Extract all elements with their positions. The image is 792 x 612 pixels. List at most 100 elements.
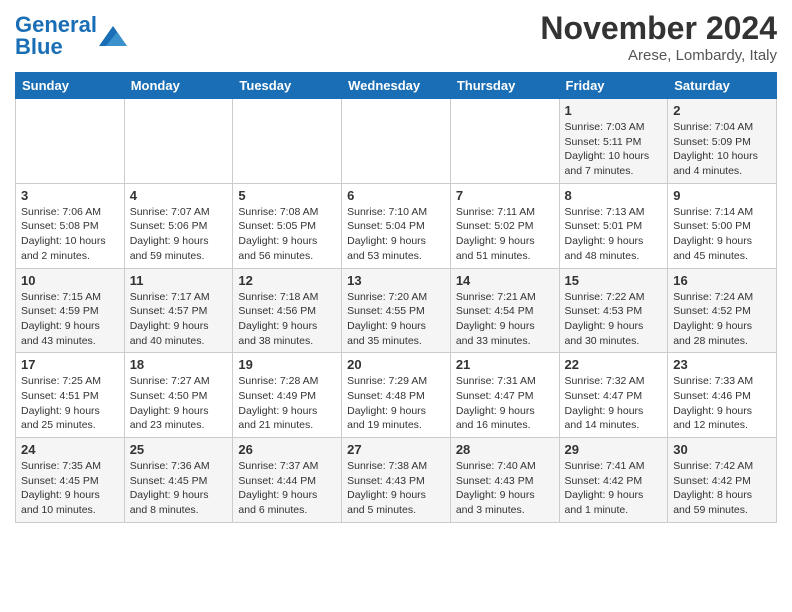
col-friday: Friday <box>559 73 668 99</box>
day-number: 9 <box>673 188 771 203</box>
day-number: 18 <box>130 357 228 372</box>
table-cell: 28 Sunrise: 7:40 AM Sunset: 4:43 PM Dayli… <box>450 438 559 523</box>
table-cell <box>342 99 451 184</box>
table-cell: 26Sunrise: 7:37 AM Sunset: 4:44 PM Dayli… <box>233 438 342 523</box>
table-cell <box>124 99 233 184</box>
header-row: Sunday Monday Tuesday Wednesday Thursday… <box>16 73 777 99</box>
day-info: Sunrise: 7:40 AM Sunset: 4:43 PM Dayligh… <box>456 459 554 518</box>
day-info: Sunrise: 7:25 AM Sunset: 4:51 PM Dayligh… <box>21 374 119 433</box>
day-number: 24 <box>21 442 119 457</box>
day-number: 28 <box>456 442 554 457</box>
day-info: Sunrise: 7:18 AM Sunset: 4:56 PM Dayligh… <box>238 290 336 349</box>
day-info: Sunrise: 7:28 AM Sunset: 4:49 PM Dayligh… <box>238 374 336 433</box>
table-cell: 11 Sunrise: 7:17 AM Sunset: 4:57 PM Dayli… <box>124 268 233 353</box>
day-info: Sunrise: 7:33 AM Sunset: 4:46 PM Dayligh… <box>673 374 771 433</box>
calendar-table: Sunday Monday Tuesday Wednesday Thursday… <box>15 72 777 523</box>
day-number: 21 <box>456 357 554 372</box>
day-info: Sunrise: 7:13 AM Sunset: 5:01 PM Dayligh… <box>565 205 663 264</box>
day-info: Sunrise: 7:35 AM Sunset: 4:45 PM Dayligh… <box>21 459 119 518</box>
table-cell: 15Sunrise: 7:22 AM Sunset: 4:53 PM Dayli… <box>559 268 668 353</box>
table-cell: 22 Sunrise: 7:32 AM Sunset: 4:47 PM Dayli… <box>559 353 668 438</box>
table-cell: 21 Sunrise: 7:31 AM Sunset: 4:47 PM Dayli… <box>450 353 559 438</box>
table-cell: 3 Sunrise: 7:06 AM Sunset: 5:08 PM Daylig… <box>16 183 125 268</box>
day-info: Sunrise: 7:10 AM Sunset: 5:04 PM Dayligh… <box>347 205 445 264</box>
day-info: Sunrise: 7:14 AM Sunset: 5:00 PM Dayligh… <box>673 205 771 264</box>
day-info: Sunrise: 7:15 AM Sunset: 4:59 PM Dayligh… <box>21 290 119 349</box>
page-container: General Blue November 2024 Arese, Lombar… <box>0 0 792 528</box>
day-number: 20 <box>347 357 445 372</box>
location: Arese, Lombardy, Italy <box>540 47 777 64</box>
day-number: 7 <box>456 188 554 203</box>
day-info: Sunrise: 7:24 AM Sunset: 4:52 PM Dayligh… <box>673 290 771 349</box>
day-number: 13 <box>347 273 445 288</box>
logo: General Blue <box>15 14 127 58</box>
day-info: Sunrise: 7:22 AM Sunset: 4:53 PM Dayligh… <box>565 290 663 349</box>
col-monday: Monday <box>124 73 233 99</box>
day-number: 19 <box>238 357 336 372</box>
table-cell: 23 Sunrise: 7:33 AM Sunset: 4:46 PM Dayli… <box>668 353 777 438</box>
day-info: Sunrise: 7:32 AM Sunset: 4:47 PM Dayligh… <box>565 374 663 433</box>
day-number: 12 <box>238 273 336 288</box>
table-cell: 8Sunrise: 7:13 AM Sunset: 5:01 PM Daylig… <box>559 183 668 268</box>
table-cell: 30 Sunrise: 7:42 AM Sunset: 4:42 PM Dayli… <box>668 438 777 523</box>
table-cell: 10 Sunrise: 7:15 AM Sunset: 4:59 PM Dayli… <box>16 268 125 353</box>
day-number: 16 <box>673 273 771 288</box>
logo-icon <box>99 26 127 46</box>
day-info: Sunrise: 7:37 AM Sunset: 4:44 PM Dayligh… <box>238 459 336 518</box>
day-info: Sunrise: 7:17 AM Sunset: 4:57 PM Dayligh… <box>130 290 228 349</box>
month-title: November 2024 <box>540 10 777 47</box>
day-number: 10 <box>21 273 119 288</box>
day-number: 23 <box>673 357 771 372</box>
table-cell <box>16 99 125 184</box>
table-cell: 12 Sunrise: 7:18 AM Sunset: 4:56 PM Dayli… <box>233 268 342 353</box>
table-cell: 20 Sunrise: 7:29 AM Sunset: 4:48 PM Dayli… <box>342 353 451 438</box>
day-number: 11 <box>130 273 228 288</box>
day-number: 5 <box>238 188 336 203</box>
day-number: 29 <box>565 442 663 457</box>
table-cell: 14Sunrise: 7:21 AM Sunset: 4:54 PM Dayli… <box>450 268 559 353</box>
table-cell: 27 Sunrise: 7:38 AM Sunset: 4:43 PM Dayli… <box>342 438 451 523</box>
table-cell: 1 Sunrise: 7:03 AM Sunset: 5:11 PM Daylig… <box>559 99 668 184</box>
day-number: 17 <box>21 357 119 372</box>
table-cell: 4 Sunrise: 7:07 AM Sunset: 5:06 PM Daylig… <box>124 183 233 268</box>
day-info: Sunrise: 7:07 AM Sunset: 5:06 PM Dayligh… <box>130 205 228 264</box>
day-number: 4 <box>130 188 228 203</box>
day-number: 6 <box>347 188 445 203</box>
day-number: 30 <box>673 442 771 457</box>
col-thursday: Thursday <box>450 73 559 99</box>
title-block: November 2024 Arese, Lombardy, Italy <box>540 10 777 64</box>
day-number: 14 <box>456 273 554 288</box>
day-number: 2 <box>673 103 771 118</box>
day-info: Sunrise: 7:03 AM Sunset: 5:11 PM Dayligh… <box>565 120 663 179</box>
day-info: Sunrise: 7:27 AM Sunset: 4:50 PM Dayligh… <box>130 374 228 433</box>
day-number: 25 <box>130 442 228 457</box>
logo-text: General Blue <box>15 14 97 58</box>
col-tuesday: Tuesday <box>233 73 342 99</box>
table-cell: 29Sunrise: 7:41 AM Sunset: 4:42 PM Dayli… <box>559 438 668 523</box>
day-info: Sunrise: 7:31 AM Sunset: 4:47 PM Dayligh… <box>456 374 554 433</box>
table-cell: 5 Sunrise: 7:08 AM Sunset: 5:05 PM Daylig… <box>233 183 342 268</box>
table-cell: 6 Sunrise: 7:10 AM Sunset: 5:04 PM Daylig… <box>342 183 451 268</box>
table-cell: 16 Sunrise: 7:24 AM Sunset: 4:52 PM Dayli… <box>668 268 777 353</box>
table-cell: 9 Sunrise: 7:14 AM Sunset: 5:00 PM Daylig… <box>668 183 777 268</box>
col-wednesday: Wednesday <box>342 73 451 99</box>
day-info: Sunrise: 7:29 AM Sunset: 4:48 PM Dayligh… <box>347 374 445 433</box>
day-number: 27 <box>347 442 445 457</box>
day-info: Sunrise: 7:08 AM Sunset: 5:05 PM Dayligh… <box>238 205 336 264</box>
day-number: 3 <box>21 188 119 203</box>
table-cell: 13Sunrise: 7:20 AM Sunset: 4:55 PM Dayli… <box>342 268 451 353</box>
day-info: Sunrise: 7:06 AM Sunset: 5:08 PM Dayligh… <box>21 205 119 264</box>
col-sunday: Sunday <box>16 73 125 99</box>
day-info: Sunrise: 7:04 AM Sunset: 5:09 PM Dayligh… <box>673 120 771 179</box>
day-info: Sunrise: 7:11 AM Sunset: 5:02 PM Dayligh… <box>456 205 554 264</box>
day-number: 22 <box>565 357 663 372</box>
day-info: Sunrise: 7:36 AM Sunset: 4:45 PM Dayligh… <box>130 459 228 518</box>
day-info: Sunrise: 7:42 AM Sunset: 4:42 PM Dayligh… <box>673 459 771 518</box>
table-cell: 25 Sunrise: 7:36 AM Sunset: 4:45 PM Dayli… <box>124 438 233 523</box>
day-number: 1 <box>565 103 663 118</box>
day-info: Sunrise: 7:38 AM Sunset: 4:43 PM Dayligh… <box>347 459 445 518</box>
table-cell: 7 Sunrise: 7:11 AM Sunset: 5:02 PM Daylig… <box>450 183 559 268</box>
logo-blue: Blue <box>15 34 63 59</box>
table-cell <box>450 99 559 184</box>
table-cell: 24 Sunrise: 7:35 AM Sunset: 4:45 PM Dayli… <box>16 438 125 523</box>
